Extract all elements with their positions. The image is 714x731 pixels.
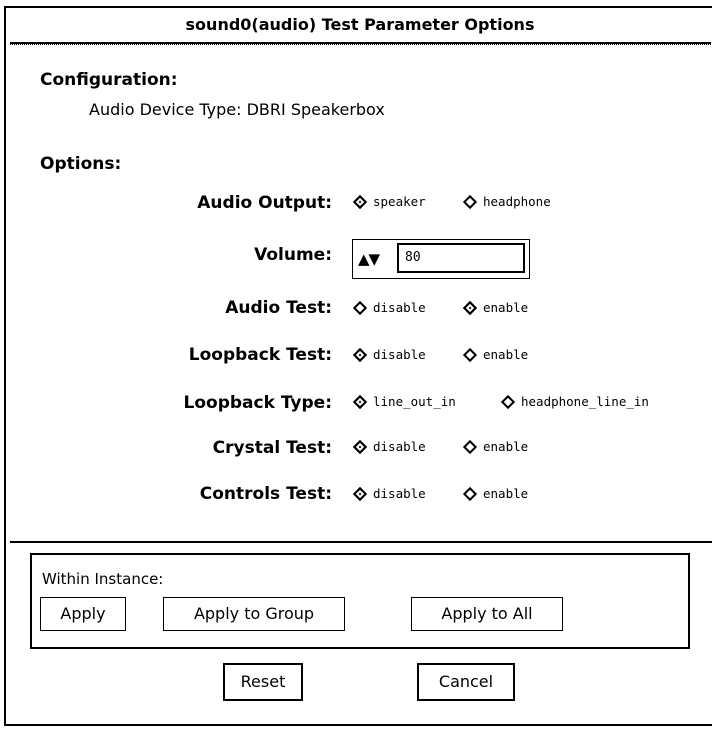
option-label: disable bbox=[373, 300, 426, 315]
controls-test-enable-option[interactable]: enable bbox=[462, 486, 529, 501]
window-frame-left bbox=[4, 6, 6, 706]
audio-output-headphone-option[interactable]: headphone bbox=[462, 194, 551, 209]
audio-test-label: Audio Test: bbox=[225, 298, 332, 318]
loopback-test-label: Loopback Test: bbox=[188, 345, 332, 365]
options-separator bbox=[10, 541, 712, 543]
option-label: enable bbox=[483, 439, 529, 454]
window-title: sound0(audio) Test Parameter Options bbox=[10, 8, 710, 44]
within-instance-group bbox=[30, 553, 690, 649]
loopback-type-headphone-line-in-option[interactable]: headphone_line_in bbox=[500, 394, 649, 409]
audio-test-disable-option[interactable]: disable bbox=[352, 300, 426, 315]
option-label: enable bbox=[483, 486, 529, 501]
audio-output-speaker-option[interactable]: speaker bbox=[352, 194, 426, 209]
option-label: line_out_in bbox=[373, 394, 456, 409]
configuration-heading: Configuration: bbox=[40, 70, 178, 90]
device-type-text: Audio Device Type: DBRI Speakerbox bbox=[89, 100, 385, 119]
radio-unselected-icon bbox=[462, 347, 478, 362]
volume-input[interactable]: 80 bbox=[397, 243, 525, 273]
option-label: speaker bbox=[373, 194, 426, 209]
up-down-arrow-icon[interactable]: ▲▼ bbox=[358, 250, 380, 268]
option-label: disable bbox=[373, 347, 426, 362]
controls-test-label: Controls Test: bbox=[199, 484, 332, 504]
radio-unselected-icon bbox=[352, 300, 368, 315]
crystal-test-disable-option[interactable]: disable bbox=[352, 439, 426, 454]
radio-unselected-icon bbox=[462, 486, 478, 501]
window-frame-bottom-left bbox=[4, 706, 6, 726]
option-label: enable bbox=[483, 347, 529, 362]
window-frame-bottom bbox=[4, 724, 712, 726]
crystal-test-label: Crystal Test: bbox=[212, 438, 332, 458]
audio-test-enable-option[interactable]: enable bbox=[462, 300, 529, 315]
option-label: disable bbox=[373, 439, 426, 454]
title-separator bbox=[10, 42, 712, 45]
loopback-type-label: Loopback Type: bbox=[183, 393, 332, 413]
apply-to-group-button[interactable]: Apply to Group bbox=[163, 597, 345, 631]
apply-to-all-button[interactable]: Apply to All bbox=[411, 597, 563, 631]
radio-selected-icon bbox=[352, 194, 368, 209]
loopback-type-line-out-in-option[interactable]: line_out_in bbox=[352, 394, 456, 409]
radio-selected-icon bbox=[352, 439, 368, 454]
radio-selected-icon bbox=[352, 486, 368, 501]
cancel-button[interactable]: Cancel bbox=[417, 663, 515, 701]
within-instance-title: Within Instance: bbox=[42, 570, 164, 588]
option-label: enable bbox=[483, 300, 529, 315]
crystal-test-enable-option[interactable]: enable bbox=[462, 439, 529, 454]
radio-unselected-icon bbox=[500, 394, 516, 409]
radio-selected-icon bbox=[352, 347, 368, 362]
option-label: headphone bbox=[483, 194, 551, 209]
controls-test-disable-option[interactable]: disable bbox=[352, 486, 426, 501]
audio-output-label: Audio Output: bbox=[197, 193, 332, 213]
option-label: disable bbox=[373, 486, 426, 501]
reset-button[interactable]: Reset bbox=[223, 663, 303, 701]
volume-label: Volume: bbox=[254, 245, 332, 265]
options-heading: Options: bbox=[40, 154, 122, 174]
loopback-test-disable-option[interactable]: disable bbox=[352, 347, 426, 362]
radio-unselected-icon bbox=[462, 439, 478, 454]
volume-stepper[interactable]: ▲▼ 80 bbox=[352, 239, 530, 279]
loopback-test-enable-option[interactable]: enable bbox=[462, 347, 529, 362]
radio-unselected-icon bbox=[462, 194, 478, 209]
radio-selected-icon bbox=[462, 300, 478, 315]
apply-button[interactable]: Apply bbox=[40, 597, 126, 631]
radio-selected-icon bbox=[352, 394, 368, 409]
option-label: headphone_line_in bbox=[521, 394, 649, 409]
